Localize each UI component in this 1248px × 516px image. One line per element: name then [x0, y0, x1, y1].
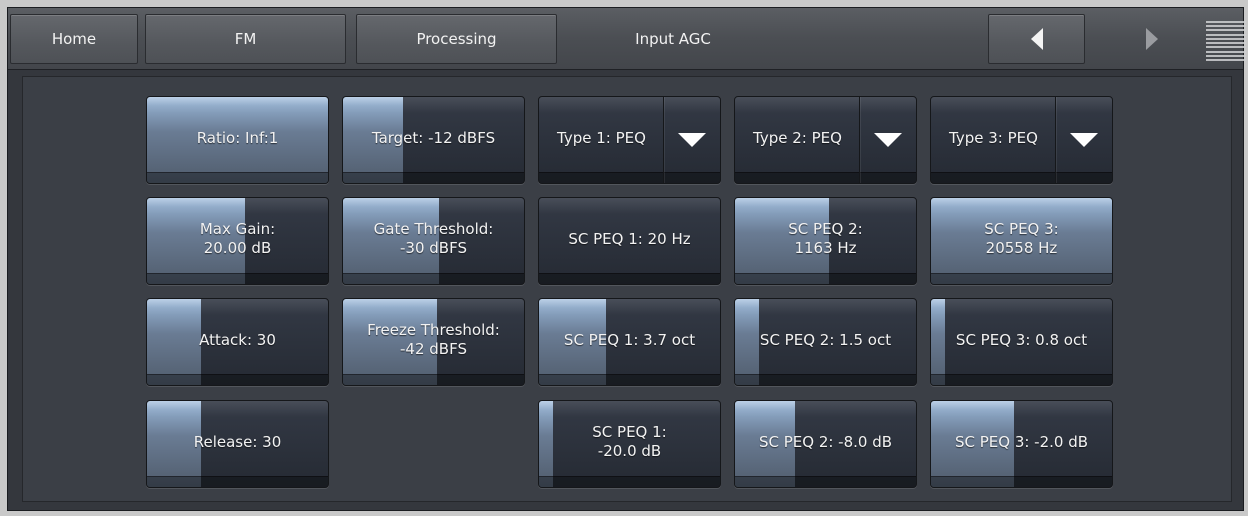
arrow-right-icon [1146, 28, 1158, 50]
next-page-button[interactable] [1122, 14, 1182, 64]
caret-down-icon[interactable] [1070, 133, 1098, 147]
caret-down-icon[interactable] [678, 133, 706, 147]
processing-button[interactable]: Processing [356, 14, 557, 64]
sc-peq2-freq-label: SC PEQ 2: 1163 Hz [788, 220, 863, 257]
sc-peq1-bw-label: SC PEQ 1: 3.7 oct [563, 330, 696, 349]
sc-peq3-gain-button[interactable]: SC PEQ 3: -2.0 dB [930, 400, 1113, 488]
release-label: Release: 30 [193, 432, 282, 451]
caret-down-icon[interactable] [874, 133, 902, 147]
sc-peq1-gain-label: SC PEQ 1: -20.0 dB [592, 423, 667, 460]
sc-peq1-gain-button[interactable]: SC PEQ 1: -20.0 dB [538, 400, 721, 488]
gate-threshold-button[interactable]: Gate Threshold: -30 dBFS [342, 197, 525, 285]
max-gain-label: Max Gain: 20.00 dB [199, 220, 276, 257]
freeze-threshold-label: Freeze Threshold: -42 dBFS [367, 321, 500, 358]
arrow-left-icon [1030, 28, 1043, 50]
fm-button-label: FM [234, 30, 257, 48]
gate-threshold-label: Gate Threshold: -30 dBFS [373, 220, 494, 257]
freeze-threshold-button[interactable]: Freeze Threshold: -42 dBFS [342, 298, 525, 386]
release-button[interactable]: Release: 30 [146, 400, 329, 488]
sc-peq3-freq-label: SC PEQ 3: 20558 Hz [984, 220, 1059, 257]
sc-peq2-freq-button[interactable]: SC PEQ 2: 1163 Hz [734, 197, 917, 285]
ratio-label: Ratio: Inf:1 [196, 128, 279, 147]
target-label: Target: -12 dBFS [371, 128, 496, 147]
page-title: Input AGC [635, 30, 711, 48]
home-button[interactable]: Home [10, 14, 138, 64]
sc-peq1-bw-button[interactable]: SC PEQ 1: 3.7 oct [538, 298, 721, 386]
type2-dropdown[interactable]: Type 2: PEQ [734, 96, 917, 184]
type1-dropdown[interactable]: Type 1: PEQ [538, 96, 721, 184]
sc-peq3-bw-button[interactable]: SC PEQ 3: 0.8 oct [930, 298, 1113, 386]
attack-label: Attack: 30 [199, 330, 276, 349]
sc-peq3-bw-label: SC PEQ 3: 0.8 oct [955, 330, 1088, 349]
fm-button[interactable]: FM [145, 14, 346, 64]
attack-button[interactable]: Attack: 30 [146, 298, 329, 386]
top-navigation-bar: Home FM Processing Input AGC [8, 8, 1246, 70]
target-button[interactable]: Target: -12 dBFS [342, 96, 525, 184]
ratio-button[interactable]: Ratio: Inf:1 [146, 96, 329, 184]
type3-label: Type 3: PEQ [949, 128, 1038, 147]
sc-peq2-bw-button[interactable]: SC PEQ 2: 1.5 oct [734, 298, 917, 386]
menu-lines-icon[interactable] [1206, 21, 1246, 61]
home-button-label: Home [51, 30, 97, 48]
sc-peq1-freq-button[interactable]: SC PEQ 1: 20 Hz [538, 197, 721, 285]
sc-peq2-gain-label: SC PEQ 2: -8.0 dB [758, 432, 893, 451]
sc-peq2-bw-label: SC PEQ 2: 1.5 oct [759, 330, 892, 349]
type2-label: Type 2: PEQ [753, 128, 842, 147]
processing-button-label: Processing [416, 30, 497, 48]
type3-dropdown[interactable]: Type 3: PEQ [930, 96, 1113, 184]
max-gain-button[interactable]: Max Gain: 20.00 dB [146, 197, 329, 285]
type1-label: Type 1: PEQ [557, 128, 646, 147]
sc-peq3-freq-button[interactable]: SC PEQ 3: 20558 Hz [930, 197, 1113, 285]
sc-peq3-gain-label: SC PEQ 3: -2.0 dB [954, 432, 1089, 451]
sc-peq2-gain-button[interactable]: SC PEQ 2: -8.0 dB [734, 400, 917, 488]
previous-page-button[interactable] [988, 14, 1085, 64]
sc-peq1-freq-label: SC PEQ 1: 20 Hz [568, 229, 691, 248]
